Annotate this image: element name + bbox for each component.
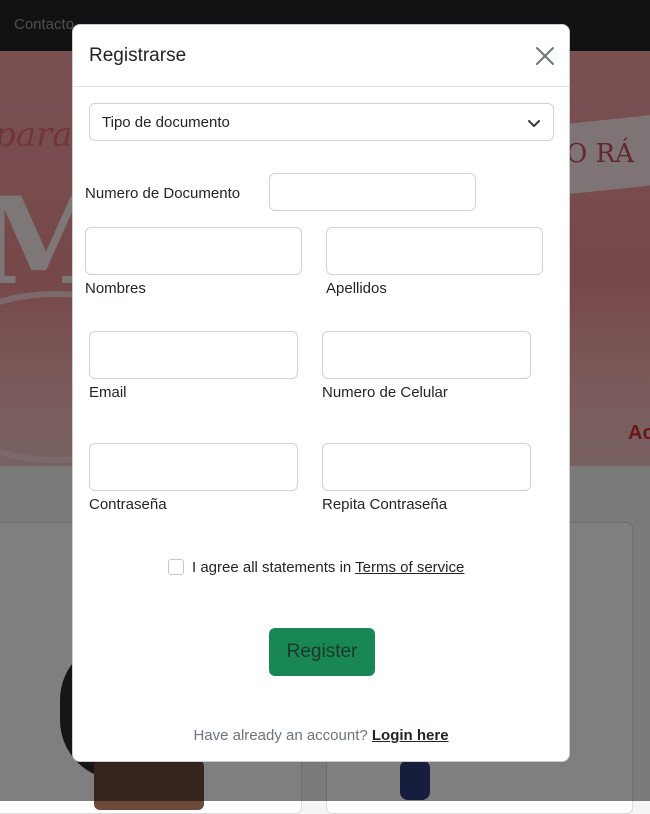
last-names-label: Apellidos: [326, 280, 387, 297]
close-icon[interactable]: [531, 42, 559, 70]
login-prompt-text: Have already an account?: [193, 727, 372, 744]
first-names-input[interactable]: [85, 227, 302, 275]
password-label: Contraseña: [89, 496, 167, 513]
terms-text: I agree all statements in Terms of servi…: [192, 559, 464, 576]
document-number-input[interactable]: [269, 173, 476, 211]
terms-of-service-link[interactable]: Terms of service: [355, 559, 464, 576]
repeat-password-label: Repita Contraseña: [322, 496, 448, 513]
document-number-label: Numero de Documento: [85, 185, 241, 202]
terms-checkbox[interactable]: [168, 559, 184, 575]
chevron-down-icon: [527, 116, 541, 135]
terms-statement: I agree all statements in: [192, 559, 356, 576]
modal-title: Registrarse: [89, 45, 187, 66]
login-here-link[interactable]: Login here: [372, 727, 449, 744]
phone-input[interactable]: [322, 331, 531, 379]
first-names-label: Nombres: [85, 280, 146, 297]
repeat-password-input[interactable]: [322, 443, 531, 491]
document-type-selected: Tipo de documento: [102, 114, 230, 131]
register-modal: Registrarse Tipo de documento Numero de …: [72, 24, 570, 762]
last-names-input[interactable]: [326, 227, 543, 275]
modal-header: Registrarse: [73, 25, 569, 87]
email-label: Email: [89, 384, 127, 401]
document-type-select[interactable]: Tipo de documento: [89, 103, 554, 141]
login-prompt: Have already an account? Login here: [73, 727, 569, 744]
register-button[interactable]: Register: [269, 628, 375, 676]
email-input[interactable]: [89, 331, 298, 379]
phone-label: Numero de Celular: [322, 384, 448, 401]
password-input[interactable]: [89, 443, 298, 491]
